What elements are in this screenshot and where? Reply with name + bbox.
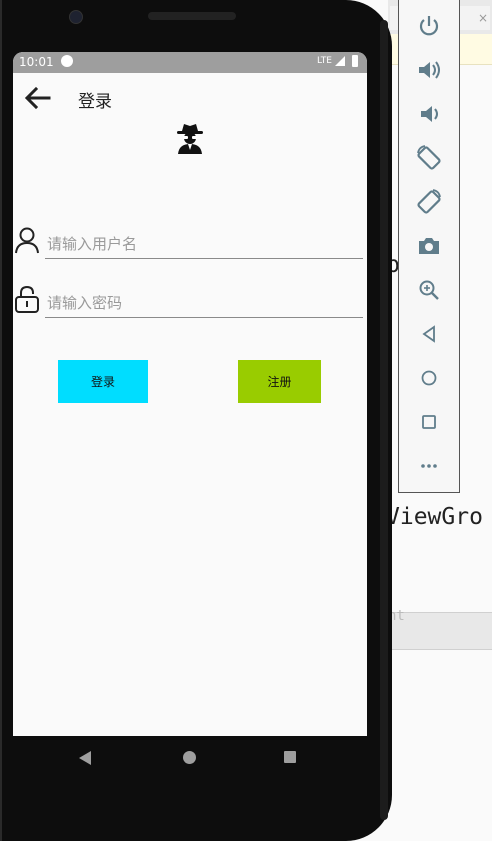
back-icon [422,325,435,343]
code-line: ViewGro [386,504,483,530]
power-button[interactable] [414,11,444,41]
password-input[interactable] [45,289,363,318]
emulator-toolbar [398,0,460,493]
more-icon [421,464,437,468]
screenshot-button[interactable] [414,231,444,261]
signal-icon [335,56,345,66]
app-screen: 10:01 LTE 登录 请输入用户名 登录 注册 [13,52,367,736]
camera-icon [419,238,439,254]
battery-icon [352,55,358,67]
login-button[interactable]: 登录 [58,360,148,403]
overview-icon [422,415,436,429]
volume-down-button[interactable] [414,99,444,129]
status-bar: 10:01 LTE [13,52,367,73]
app-toolbar: 登录 [13,73,367,123]
rotate-right-button[interactable] [414,187,444,217]
user-icon [13,226,41,256]
rotate-right-icon [417,189,441,214]
emu-more-button[interactable] [414,451,444,481]
arrow-left-icon [24,86,51,110]
network-type: LTE [317,56,332,66]
power-icon [419,16,439,36]
rotate-left-button[interactable] [414,143,444,173]
zoom-icon [419,280,439,300]
nav-home-icon[interactable] [183,751,196,764]
volume-down-icon [421,106,438,122]
nav-back-icon[interactable] [79,751,91,765]
back-button[interactable] [23,85,53,111]
home-icon [421,370,437,386]
front-camera [69,10,83,24]
notification-icon [61,55,73,67]
emu-home-button[interactable] [414,363,444,393]
page-title: 登录 [78,92,112,112]
username-input[interactable] [45,230,363,259]
ide-tab-close-icon[interactable]: × [478,6,488,30]
earpiece-speaker [148,12,236,20]
username-row [13,226,367,266]
volume-up-icon [419,61,440,79]
status-time: 10:01 [19,55,54,69]
phone-frame: 10:01 LTE 登录 请输入用户名 登录 注册 [0,0,392,841]
emu-overview-button[interactable] [414,407,444,437]
register-button[interactable]: 注册 [238,360,321,403]
system-nav-bar [13,736,367,782]
volume-up-button[interactable] [414,55,444,85]
password-row [13,285,367,325]
lock-icon [13,285,41,315]
emu-back-button[interactable] [414,319,444,349]
zoom-button[interactable] [414,275,444,305]
rotate-left-icon [417,145,441,170]
nav-recent-icon[interactable] [284,751,296,763]
phone-edge [380,20,388,820]
spy-icon [175,122,205,154]
